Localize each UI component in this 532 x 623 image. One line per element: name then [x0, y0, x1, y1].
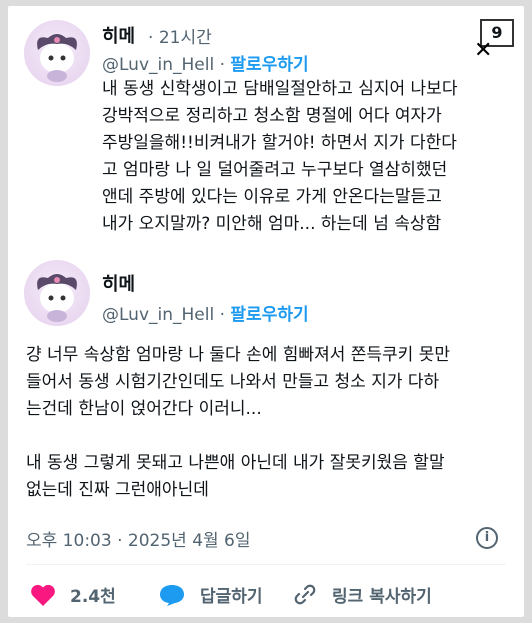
like-button[interactable]: 2.4천 — [30, 582, 116, 607]
tweet-timestamp[interactable]: 오후 10:03 · 2025년 4월 6일 — [26, 526, 251, 551]
avatar[interactable] — [24, 260, 90, 326]
tweet-time[interactable]: · 21시간 — [148, 23, 212, 48]
tweet-card: 히메 · 21시간 @Luv_in_Hell · 팔로우하기 9 ✕ 내 동생 … — [8, 6, 524, 617]
separator-dot: · — [219, 305, 226, 325]
author-handle[interactable]: @Luv_in_Hell — [102, 55, 214, 75]
reply-label: 답글하기 — [200, 587, 263, 607]
like-count: 2.4천 — [70, 587, 116, 607]
x-logo-icon[interactable]: ✕ — [474, 38, 492, 63]
author-handle-row: @Luv_in_Hell · 팔로우하기 — [102, 300, 309, 325]
heart-icon — [31, 584, 55, 606]
info-icon[interactable]: i — [476, 527, 498, 549]
copy-link-label: 링크 복사하기 — [332, 587, 432, 607]
avatar[interactable] — [24, 20, 90, 86]
follow-button[interactable]: 팔로우하기 — [230, 55, 308, 75]
author-handle-row: @Luv_in_Hell · 팔로우하기 — [102, 50, 309, 75]
relative-time[interactable]: 21시간 — [159, 28, 212, 48]
link-icon — [294, 584, 316, 604]
author-name[interactable]: 히메 — [102, 270, 135, 296]
reply-button[interactable]: 답글하기 — [158, 582, 263, 607]
tweet-text: 걍 너무 속상함 엄마랑 나 둘다 손에 힘빠져서 쫀득쿠키 못만 들어서 동생… — [26, 345, 450, 500]
separator-dot: · — [148, 28, 154, 48]
author-name[interactable]: 히메 — [102, 22, 135, 48]
reply-bubble-icon — [160, 584, 184, 606]
author-handle[interactable]: @Luv_in_Hell — [102, 305, 214, 325]
separator-dot: · — [219, 55, 226, 75]
divider — [26, 564, 506, 565]
tweet-text: 내 동생 신학생이고 담배일절안하고 심지어 나보다 강박적으로 정리하고 청소… — [102, 79, 458, 234]
copy-link-button[interactable]: 링크 복사하기 — [292, 582, 432, 607]
follow-button[interactable]: 팔로우하기 — [230, 305, 308, 325]
